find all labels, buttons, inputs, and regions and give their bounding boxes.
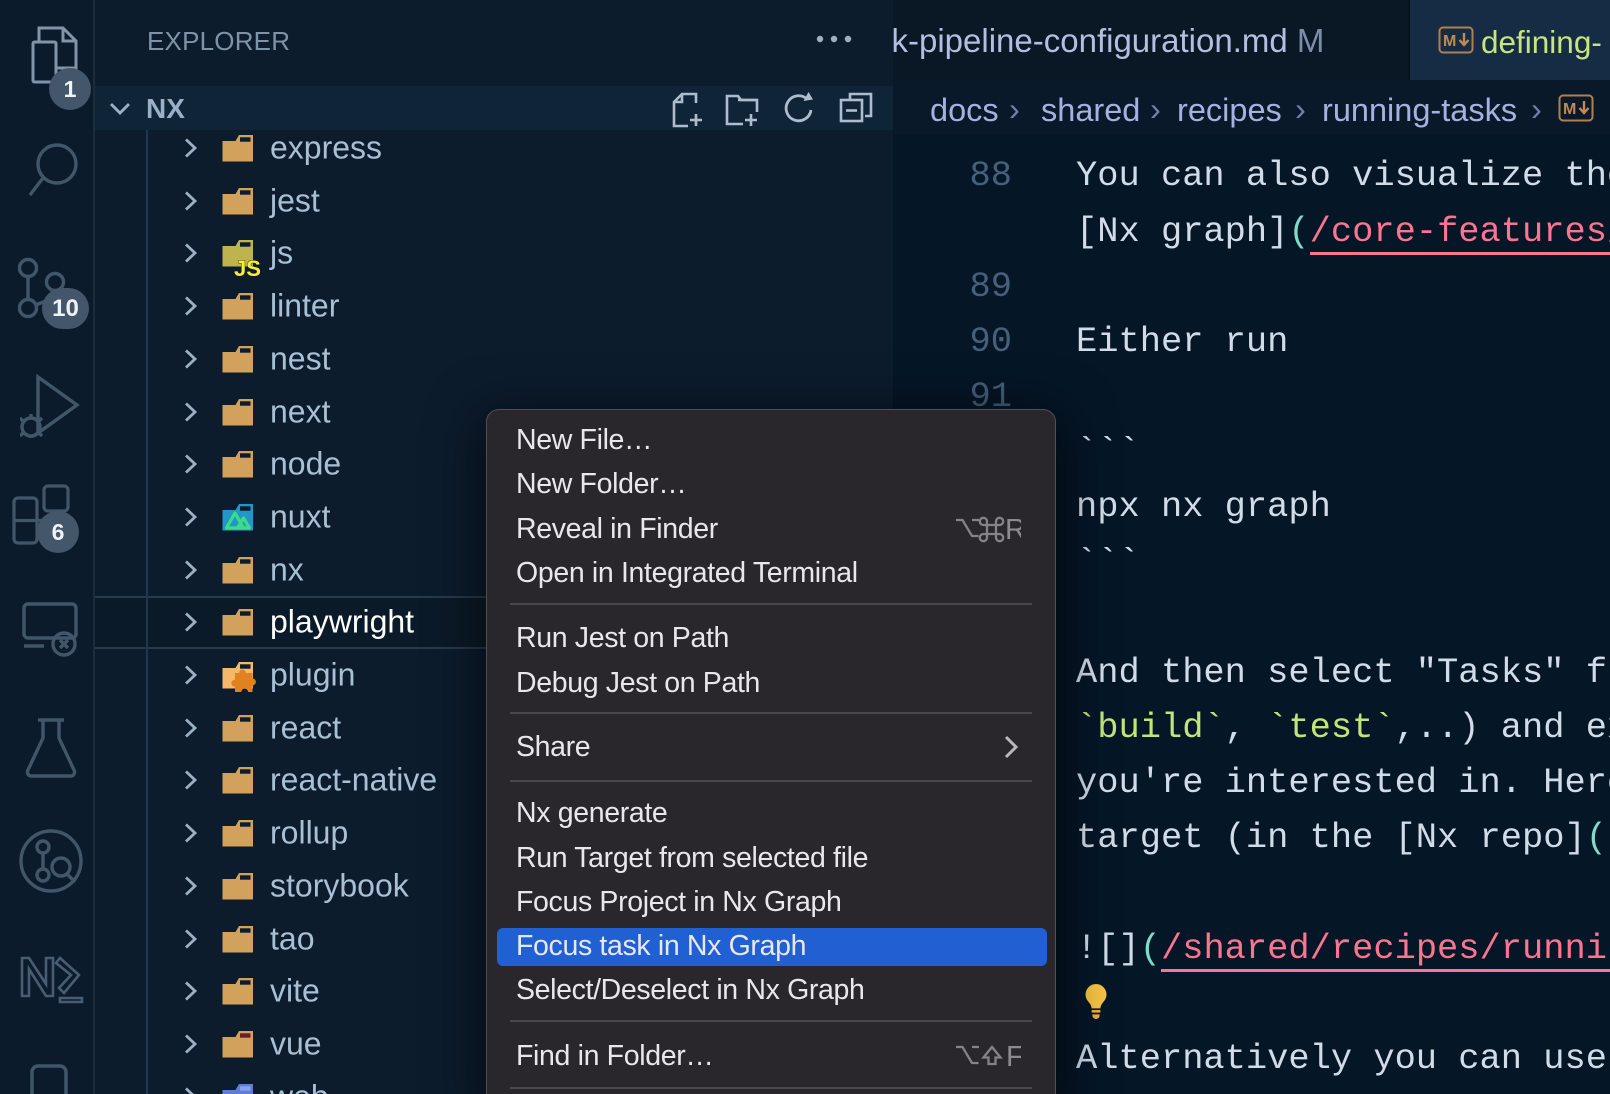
svg-text:M: M <box>1443 33 1456 50</box>
svg-text:R: R <box>1005 514 1021 546</box>
svg-text:F: F <box>1006 1041 1021 1073</box>
svg-text:M: M <box>1563 101 1576 118</box>
svg-text:JS: JS <box>234 256 261 281</box>
